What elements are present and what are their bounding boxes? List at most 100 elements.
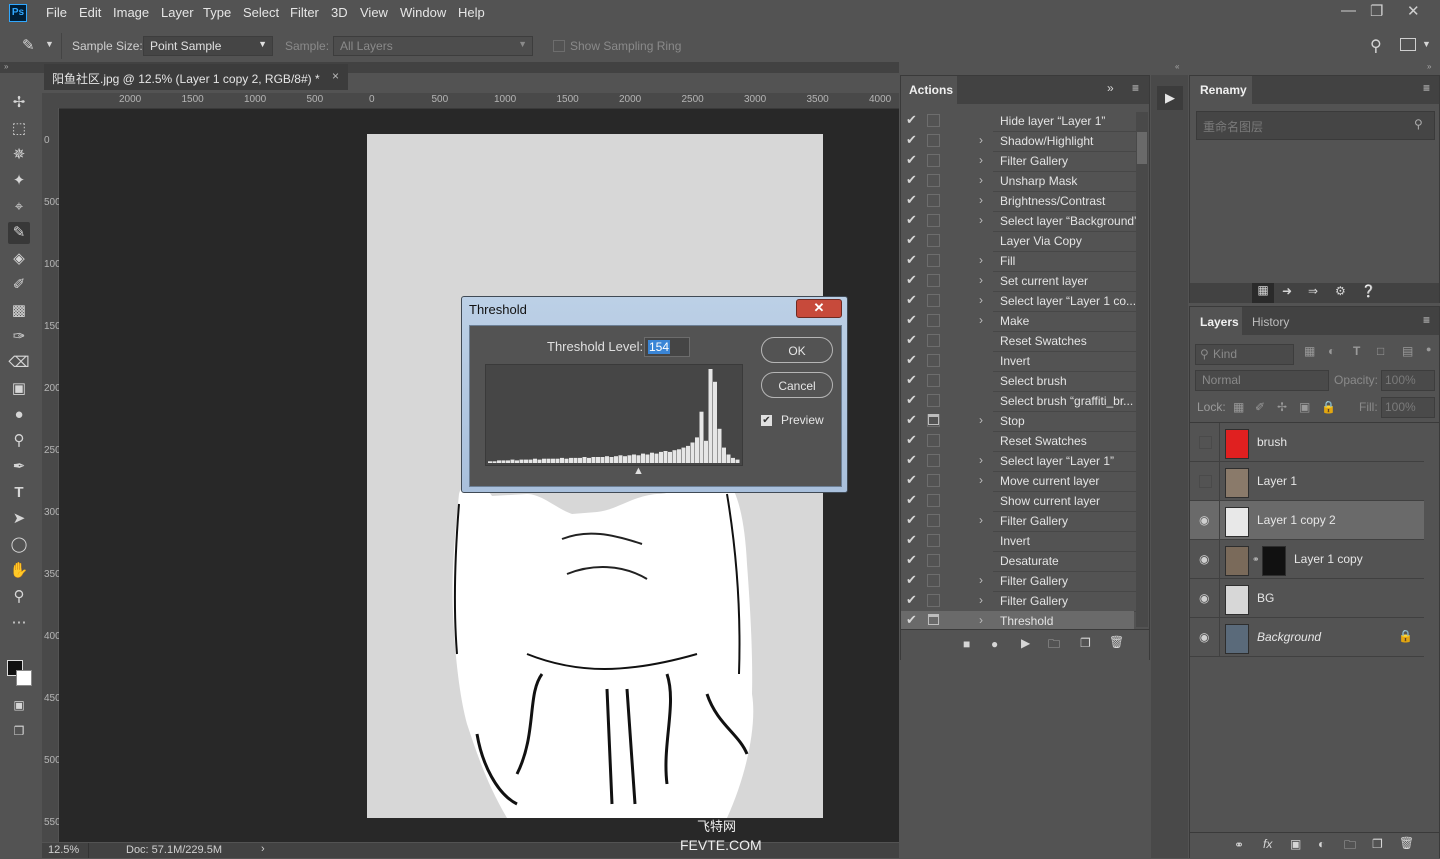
document-tab[interactable]: 阳鱼社区.jpg @ 12.5% (Layer 1 copy 2, RGB/8#…: [44, 64, 348, 90]
chain-link-icon[interactable]: ⚭: [1252, 554, 1260, 565]
chevron-down-icon[interactable]: ▼: [45, 39, 54, 49]
checkmark-icon[interactable]: ✔: [906, 472, 920, 488]
lock-artboard-icon[interactable]: ▣: [1299, 400, 1310, 414]
minimize-icon[interactable]: —: [1341, 2, 1356, 19]
menu-window[interactable]: Window: [400, 5, 446, 20]
lock-transparent-icon[interactable]: ▦: [1233, 400, 1244, 414]
dialog-toggle-box[interactable]: [927, 114, 940, 127]
chevron-right-icon[interactable]: ›: [261, 843, 265, 855]
filter-toggle-icon[interactable]: ●: [1426, 344, 1431, 354]
show-ring-checkbox[interactable]: [553, 40, 565, 52]
dialog-toggle-box[interactable]: [927, 354, 940, 367]
ok-button[interactable]: OK: [761, 337, 833, 363]
collapse-icon[interactable]: »: [1427, 62, 1431, 71]
layer-row[interactable]: ◉ Layer 1 copy 2: [1190, 501, 1424, 540]
menu-edit[interactable]: Edit: [79, 5, 101, 20]
chevron-right-icon[interactable]: ›: [979, 313, 983, 327]
checkmark-icon[interactable]: ✔: [906, 572, 920, 588]
action-row[interactable]: ✔ Show current layer: [901, 491, 1140, 512]
layer-row[interactable]: Layer 1: [1190, 462, 1424, 501]
action-row[interactable]: ✔ Reset Swatches: [901, 331, 1140, 352]
layer-row[interactable]: ◉ Background 🔒: [1190, 618, 1424, 657]
path-selection-tool-icon[interactable]: ➤: [8, 508, 30, 530]
magic-wand-tool-icon[interactable]: ✦: [8, 170, 30, 192]
chevron-right-icon[interactable]: ›: [979, 193, 983, 207]
filter-adjustment-icon[interactable]: ◐: [1328, 344, 1335, 358]
help-icon[interactable]: ❔: [1361, 284, 1376, 298]
move-tool-icon[interactable]: ✢: [8, 92, 30, 114]
chevron-right-icon[interactable]: ›: [979, 513, 983, 527]
chevron-right-icon[interactable]: ›: [979, 473, 983, 487]
action-row[interactable]: ✔ › Filter Gallery: [901, 571, 1140, 592]
action-row[interactable]: ✔ Invert: [901, 531, 1140, 552]
action-row[interactable]: ✔ › Select layer “Layer 1 co...: [901, 291, 1140, 312]
tab-renamy[interactable]: Renamy: [1200, 83, 1247, 97]
checkmark-icon[interactable]: ✔: [906, 152, 920, 168]
chevron-right-icon[interactable]: ›: [979, 613, 983, 627]
new-action-icon[interactable]: ❐: [1080, 636, 1091, 650]
folder-icon[interactable]: 🗀: [1048, 635, 1060, 656]
actions-scrollbar[interactable]: [1136, 112, 1148, 627]
action-row[interactable]: ✔ › Shadow/Highlight: [901, 131, 1140, 152]
trash-icon[interactable]: 🗑: [1399, 836, 1414, 850]
checkmark-icon[interactable]: ✔: [906, 172, 920, 188]
checkmark-icon[interactable]: ✔: [906, 132, 920, 148]
brush-tool-icon[interactable]: ✐: [8, 274, 30, 296]
action-row[interactable]: ✔ Layer Via Copy: [901, 231, 1140, 252]
history-brush-tool-icon[interactable]: ✑: [8, 326, 30, 348]
lock-position-icon[interactable]: ✢: [1277, 400, 1287, 414]
background-color-swatch[interactable]: [16, 670, 32, 686]
preview-checkbox[interactable]: ✔: [761, 415, 772, 426]
stop-icon[interactable]: ■: [963, 637, 970, 651]
new-layer-icon[interactable]: ❐: [1372, 837, 1383, 851]
checkmark-icon[interactable]: ✔: [906, 112, 920, 128]
dialog-toggle-box[interactable]: [927, 254, 940, 267]
checkmark-icon[interactable]: ✔: [906, 212, 920, 228]
checkmark-icon[interactable]: ✔: [906, 332, 920, 348]
action-row[interactable]: ✔ › Select layer “Background”: [901, 211, 1140, 232]
chevron-right-icon[interactable]: ›: [979, 453, 983, 467]
menu-type[interactable]: Type: [203, 5, 231, 20]
menu-image[interactable]: Image: [113, 5, 149, 20]
workspace-icon[interactable]: [1400, 38, 1416, 51]
zoom-tool-icon[interactable]: ⚲: [8, 586, 30, 608]
more-tools-icon[interactable]: ⋯: [8, 612, 30, 634]
dialog-toggle-box[interactable]: [927, 174, 940, 187]
pen-tool-icon[interactable]: ✒: [8, 456, 30, 478]
link-icon[interactable]: ⚭: [1234, 838, 1244, 852]
checkmark-icon[interactable]: ✔: [906, 232, 920, 248]
fill-input[interactable]: 100%: [1381, 397, 1435, 418]
action-row[interactable]: ✔ › Set current layer: [901, 271, 1140, 292]
eye-icon[interactable]: ◉: [1199, 513, 1209, 527]
checkmark-icon[interactable]: ✔: [906, 192, 920, 208]
adjustment-icon[interactable]: ◐: [1318, 837, 1325, 851]
filter-smart-object-icon[interactable]: ▤: [1402, 344, 1413, 358]
checkmark-icon[interactable]: ✔: [906, 372, 920, 388]
eraser-tool-icon[interactable]: ⌫: [8, 352, 30, 374]
zoom-level[interactable]: 12.5%: [48, 844, 79, 856]
dialog-toggle-box[interactable]: [927, 134, 940, 147]
lock-all-icon[interactable]: 🔒: [1321, 400, 1336, 414]
action-row[interactable]: ✔ › Brightness/Contrast: [901, 191, 1140, 212]
threshold-level-input[interactable]: 154: [644, 337, 690, 357]
checkmark-icon[interactable]: ✔: [906, 532, 920, 548]
marquee-tool-icon[interactable]: ⬚: [8, 118, 30, 140]
lock-image-icon[interactable]: ✐: [1255, 400, 1265, 414]
opacity-input[interactable]: 100%: [1381, 370, 1435, 391]
filter-type-icon[interactable]: T: [1353, 344, 1360, 358]
visibility-toggle[interactable]: [1199, 436, 1212, 449]
search-icon[interactable]: ⚲: [1370, 36, 1382, 56]
dialog-toggle-box[interactable]: [927, 154, 940, 167]
trash-icon[interactable]: 🗑: [1109, 635, 1124, 649]
screen-mode-icon[interactable]: ❐: [8, 720, 30, 742]
chevron-right-icon[interactable]: ›: [979, 573, 983, 587]
close-icon[interactable]: ✕: [796, 299, 842, 318]
action-row[interactable]: ✔ › Filter Gallery: [901, 511, 1140, 532]
dialog-toggle-box[interactable]: [927, 234, 940, 247]
hand-tool-icon[interactable]: ✋: [8, 560, 30, 582]
play-icon[interactable]: ▶: [1021, 636, 1030, 650]
chevron-right-icon[interactable]: ›: [979, 293, 983, 307]
action-row[interactable]: ✔ Invert: [901, 351, 1140, 372]
menu-3d[interactable]: 3D: [331, 5, 348, 20]
dialog-toggle-box[interactable]: [927, 594, 940, 607]
